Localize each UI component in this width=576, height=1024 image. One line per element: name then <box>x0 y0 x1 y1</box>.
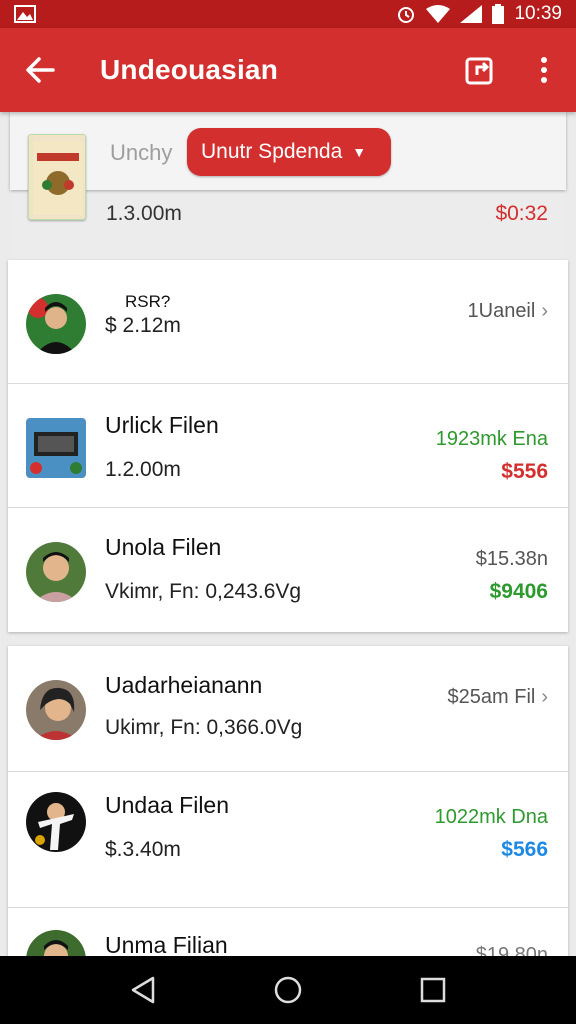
list-item[interactable]: Unma Filian $19.80n <box>8 908 568 956</box>
list-card: RSR? $ 2.12m 1Uaneil › Urlick Filen 1.2.… <box>8 260 568 632</box>
system-nav-bar <box>0 956 576 1024</box>
item-subtitle: $ 2.12m <box>105 314 181 337</box>
list-item[interactable]: Uadarheianann Ukimr, Fn: 0,366.0Vg $25am… <box>8 646 568 772</box>
chevron-right-icon: › <box>541 300 548 322</box>
item-price: $0:32 <box>495 202 548 225</box>
avatar <box>26 294 86 354</box>
item-title: Uadarheianann <box>105 672 263 698</box>
item-meta: 1Uaneil › <box>468 300 549 323</box>
item-title: RSR? <box>125 292 171 311</box>
triangle-back-icon <box>131 976 154 1004</box>
arrow-back-icon <box>26 57 55 83</box>
item-price: $9406 <box>489 580 548 603</box>
avatar <box>26 542 86 602</box>
product-thumbnail <box>28 134 86 220</box>
item-price: $566 <box>501 838 548 861</box>
item-title: Unma Filian <box>105 932 228 956</box>
item-subtitle: 1.3.00m <box>106 202 182 225</box>
chevron-right-icon: › <box>541 686 548 708</box>
image-notification-icon <box>14 5 36 23</box>
alarm-icon <box>396 4 416 24</box>
nav-home-button[interactable] <box>258 960 318 1020</box>
status-bar: 10:39 <box>0 0 576 28</box>
filter-label: Unchy <box>110 140 173 165</box>
square-recents-icon <box>421 977 446 1003</box>
app-bar: Undeouasian <box>0 28 576 112</box>
item-subtitle: $.3.40m <box>105 838 181 861</box>
overflow-menu-button[interactable] <box>512 28 576 112</box>
avatar <box>26 792 86 852</box>
list-item[interactable]: Urlick Filen 1.2.00m 1923mk Ena $556 <box>8 384 568 508</box>
battery-icon <box>492 4 505 24</box>
avatar <box>26 930 86 956</box>
item-title: Unola Filen <box>105 534 222 560</box>
list-item[interactable]: RSR? $ 2.12m 1Uaneil › <box>8 260 568 384</box>
share-button[interactable] <box>448 28 512 112</box>
list-item[interactable]: Unola Filen Vkimr, Fn: 0,243.6Vg $15.38n… <box>8 508 568 632</box>
item-meta: $15.38n <box>475 548 548 570</box>
item-subtitle: 1.2.00m <box>105 458 181 481</box>
page-title: Undeouasian <box>100 54 279 85</box>
avatar <box>26 680 86 740</box>
list-item[interactable]: 1.3.00m $0:32 <box>10 182 566 260</box>
product-thumbnail <box>26 418 86 478</box>
item-title: Urlick Filen <box>105 412 219 438</box>
list-card: Uadarheianann Ukimr, Fn: 0,366.0Vg $25am… <box>8 646 568 956</box>
circle-home-icon <box>274 976 302 1004</box>
item-title: Undaa Filen <box>105 792 230 818</box>
dropdown-value: Unutr Spdenda <box>201 140 343 163</box>
back-button[interactable] <box>0 28 80 112</box>
item-price: $556 <box>501 460 548 483</box>
filter-bar: Unchy Unutr Spdenda ▼ <box>10 112 566 220</box>
item-meta-text: $25am Fil <box>447 686 536 708</box>
item-subtitle: Ukimr, Fn: 0,366.0Vg <box>105 716 303 739</box>
list-item[interactable]: Undaa Filen $.3.40m 1022mk Dna $566 <box>8 772 568 908</box>
item-meta-text: 1Uaneil <box>467 300 536 322</box>
share-icon <box>465 57 493 85</box>
item-meta: 1022mk Dna <box>434 806 548 828</box>
item-meta: $25am Fil › <box>448 686 548 709</box>
more-vert-icon <box>541 57 547 83</box>
item-meta: $19.80n <box>475 944 548 956</box>
item-subtitle: Vkimr, Fn: 0,243.6Vg <box>105 580 302 603</box>
nav-back-button[interactable] <box>113 960 173 1020</box>
content-area: 1.3.00m $0:32 Unchy Unutr Spdenda ▼ RSR?… <box>0 112 576 956</box>
status-time: 10:39 <box>514 3 562 24</box>
filter-dropdown[interactable]: Unutr Spdenda ▼ <box>187 128 391 176</box>
nav-recents-button[interactable] <box>403 960 463 1020</box>
signal-icon <box>460 5 483 23</box>
item-meta: 1923mk Ena <box>435 428 548 450</box>
wifi-icon <box>426 5 451 23</box>
chevron-down-icon: ▼ <box>352 144 367 160</box>
